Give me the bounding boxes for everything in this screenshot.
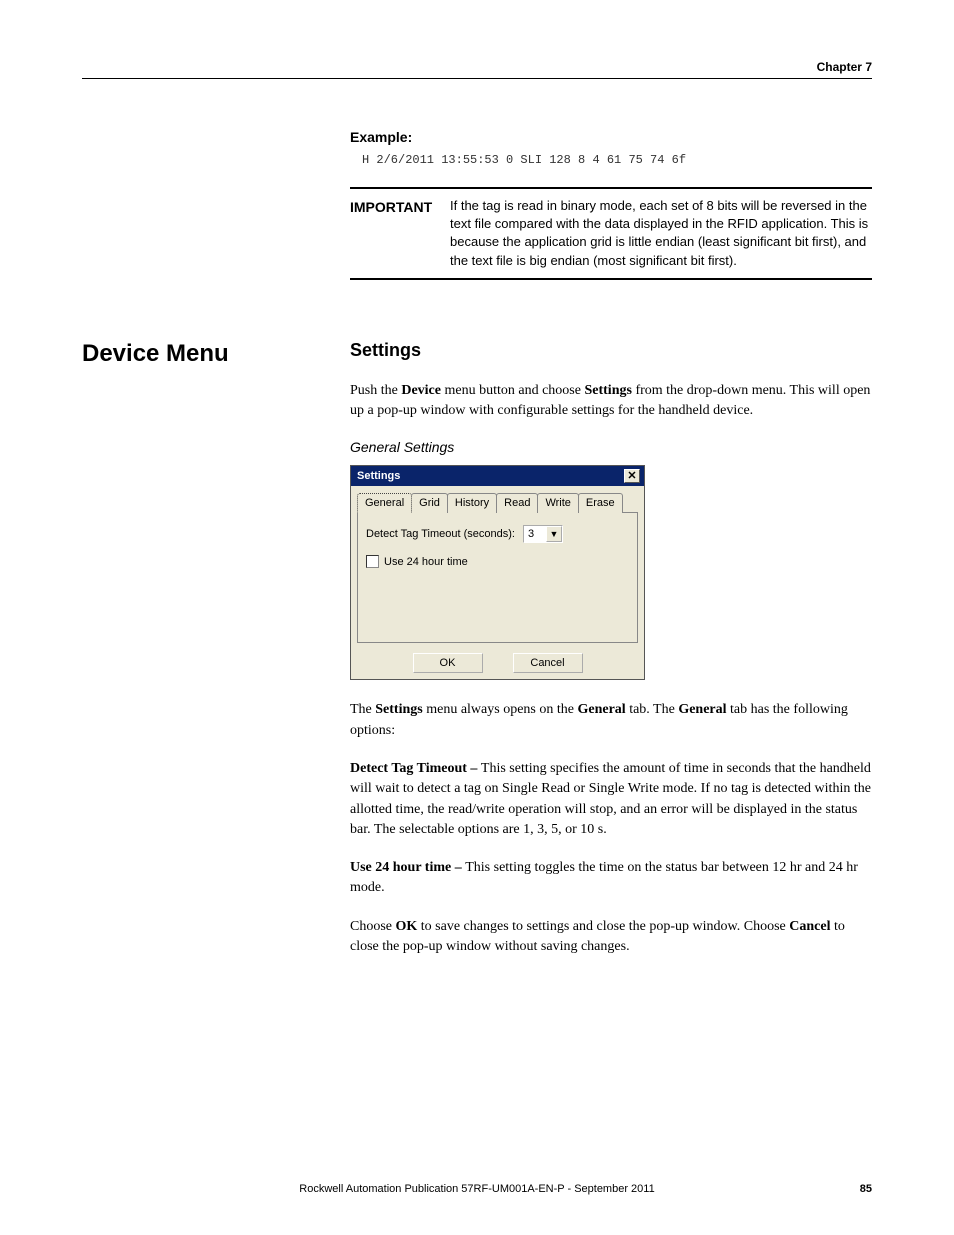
general-settings-subheading: General Settings (350, 439, 872, 455)
page-footer: Rockwell Automation Publication 57RF-UM0… (82, 1183, 872, 1195)
close-icon[interactable]: ✕ (624, 469, 640, 483)
dialog-tabs: General Grid History Read Write Erase (357, 492, 638, 513)
tab-general[interactable]: General (357, 493, 412, 513)
chevron-down-icon[interactable]: ▼ (546, 526, 562, 542)
detect-timeout-label: Detect Tag Timeout (seconds): (366, 528, 515, 540)
example-label: Example: (350, 129, 872, 145)
tab-read[interactable]: Read (496, 493, 538, 513)
general-tab-note: The Settings menu always opens on the Ge… (350, 700, 872, 741)
dialog-title: Settings (357, 470, 400, 482)
ok-button[interactable]: OK (413, 653, 483, 673)
tab-grid[interactable]: Grid (411, 493, 448, 513)
use-24-hour-checkbox[interactable] (366, 555, 379, 568)
detect-timeout-value: 3 (524, 528, 546, 540)
ok-cancel-desc: Choose OK to save changes to settings an… (350, 917, 872, 958)
cancel-button[interactable]: Cancel (513, 653, 583, 673)
settings-intro: Push the Device menu button and choose S… (350, 381, 872, 422)
important-label: IMPORTANT (350, 197, 450, 270)
device-menu-heading: Device Menu (82, 340, 350, 976)
important-text: If the tag is read in binary mode, each … (450, 197, 872, 270)
detect-tag-timeout-desc: Detect Tag Timeout – This setting specif… (350, 759, 872, 840)
detect-timeout-dropdown[interactable]: 3 ▼ (523, 525, 563, 543)
dialog-titlebar: Settings ✕ (351, 466, 644, 486)
footer-publication: Rockwell Automation Publication 57RF-UM0… (122, 1183, 832, 1195)
use-24-hour-label: Use 24 hour time (384, 556, 468, 568)
use-24-hour-desc: Use 24 hour time – This setting toggles … (350, 858, 872, 899)
chapter-header: Chapter 7 (82, 60, 872, 79)
settings-dialog: Settings ✕ General Grid History Read Wri… (350, 465, 645, 680)
tab-panel-general: Detect Tag Timeout (seconds): 3 ▼ Use 24… (357, 513, 638, 643)
tab-erase[interactable]: Erase (578, 493, 623, 513)
settings-heading: Settings (350, 340, 872, 361)
example-code: H 2/6/2011 13:55:53 0 SLI 128 8 4 61 75 … (362, 153, 872, 167)
important-box: IMPORTANT If the tag is read in binary m… (350, 187, 872, 280)
tab-write[interactable]: Write (537, 493, 578, 513)
tab-history[interactable]: History (447, 493, 497, 513)
footer-page-number: 85 (832, 1183, 872, 1195)
